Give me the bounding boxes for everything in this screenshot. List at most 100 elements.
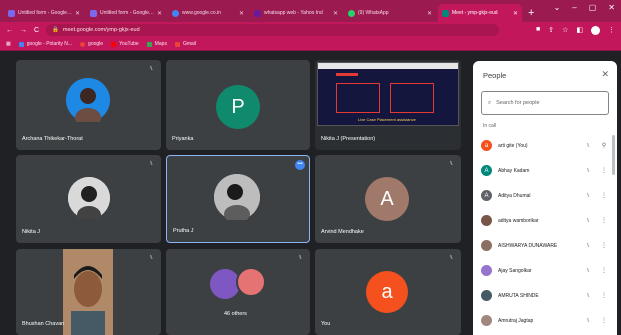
forward-icon[interactable]: → [20,27,27,34]
more-options-icon[interactable]: ⋮ [599,317,609,324]
browser-tab[interactable]: whatsapp web - Yahoo Ind ✕ [250,4,342,22]
mic-muted-icon[interactable]: ⑊ [583,268,593,274]
star-icon[interactable]: ☆ [562,26,568,35]
mic-muted-icon[interactable]: ⑊ [583,318,593,324]
bookmark[interactable]: YouTube [111,41,139,47]
participant-tile[interactable]: ⑊ Bhushan Chavan [16,249,161,335]
minimize-icon[interactable]: – [572,3,576,12]
meet-icon [442,9,449,17]
back-icon[interactable]: ← [6,27,13,34]
more-options-icon[interactable]: ⋮ [599,167,609,174]
mic-muted-icon: ⑊ [298,255,302,261]
tab-search-icon[interactable]: ⌄ [554,3,561,12]
presentation-tile[interactable]: Live Case Placement assistance Nikita J … [315,60,461,150]
participant-avatar: P [216,85,260,129]
pin-icon[interactable]: ⚲ [599,142,609,149]
list-item[interactable]: Amrutraj Jagtap ⑊ ⋮ [473,308,617,333]
participant-name: Prutha J [173,228,194,234]
avatar-initial: A [484,192,489,199]
close-tab-icon[interactable]: ✕ [239,10,244,17]
list-item[interactable]: AMRUTA SHINDE ⑊ ⋮ [473,283,617,308]
browser-tab[interactable]: Untitled form - Google Form✕ [86,4,166,22]
reload-icon[interactable]: C [34,27,39,34]
participant-photo [66,78,110,122]
close-panel-icon[interactable]: ✕ [601,69,609,80]
participant-photo [68,177,110,219]
mic-muted-icon[interactable]: ⑊ [583,168,593,174]
list-item[interactable]: A Aditya Dhumal ⑊ ⋮ [473,183,617,208]
new-tab-button[interactable]: + [528,4,534,22]
list-item[interactable]: a arti gite (You) ⑊ ⚲ [473,133,617,158]
browser-tab[interactable]: Untitled form - Google Form✕ [4,4,84,22]
bookmark-label: Maps [154,41,167,47]
participant-avatar: A [481,190,492,201]
more-options-icon[interactable]: ••• [295,160,305,170]
more-options-icon[interactable]: ⋮ [599,192,609,199]
more-options-icon[interactable]: ⋮ [599,217,609,224]
slide-content-box [390,83,434,113]
participant-video [63,249,113,335]
participant-avatar: a [481,140,492,151]
menu-icon[interactable]: ⋮ [608,26,615,35]
maximize-icon[interactable]: ▢ [589,3,597,12]
participant-name: AISHWARYA DUNAWARE [498,242,558,249]
bookmark-icon [18,41,24,47]
list-item[interactable]: A Abhay Kadam ⑊ ⋮ [473,158,617,183]
participant-name: You [321,321,331,327]
browser-tab[interactable]: (9) WhatsApp ✕ [344,4,436,22]
browser-tab[interactable]: www.google.co.in ✕ [168,4,248,22]
list-item[interactable]: AISHWARYA DUNAWARE ⑊ ⋮ [473,233,617,258]
more-options-icon[interactable]: ⋮ [599,267,609,274]
participant-tile[interactable]: P Priyanka [166,60,310,150]
close-window-icon[interactable]: ✕ [608,3,615,12]
list-item[interactable]: aditya wamborikar ⑊ ⋮ [473,208,617,233]
lock-icon: 🔒 [52,27,59,33]
mic-muted-icon[interactable]: ⑊ [583,243,593,249]
participant-name: Archana Thikekar-Thorat [22,136,83,142]
mic-muted-icon[interactable]: ⑊ [583,193,593,199]
mic-muted-icon[interactable]: ⑊ [583,218,593,224]
list-item[interactable]: Ajay Sangolkar ⑊ ⋮ [473,258,617,283]
mic-muted-icon: ⑊ [149,161,153,167]
tab-title: Meet - ymp-gkjx-eud [452,10,498,16]
in-call-heading: In call [483,123,497,129]
participant-photo [481,265,492,276]
avatar-initial: A [380,187,394,210]
close-tab-icon[interactable]: ✕ [75,10,80,17]
browser-tab-active[interactable]: Meet - ymp-gkjx-eud ✕ [438,4,522,22]
close-tab-icon[interactable]: ✕ [427,10,432,17]
apps-icon[interactable]: ▦ [6,41,11,47]
address-bar[interactable]: 🔒 meet.google.com/ymp-gkjx-eud [46,24,499,36]
tab-strip: Untitled form - Google Form✕ Untitled fo… [0,0,621,22]
close-tab-icon[interactable]: ✕ [157,10,162,17]
more-options-icon[interactable]: ⋮ [599,292,609,299]
camera-icon[interactable]: ■ [536,26,540,35]
mic-muted-icon[interactable]: ⑊ [583,143,593,149]
profile-avatar[interactable] [591,25,600,35]
bookmark[interactable]: Gmail [174,41,196,47]
more-options-icon[interactable]: ⋮ [599,242,609,249]
participant-tile[interactable]: ⑊ Archana Thikekar-Thorat [16,60,161,150]
bookmark[interactable]: google [80,41,103,47]
extension-icon[interactable]: ◧ [576,26,583,35]
mic-muted-icon: ⑊ [149,66,153,72]
share-icon[interactable]: ⇪ [548,26,554,35]
search-placeholder: Search for people [496,100,540,106]
participant-tile[interactable]: ⑊ A Arvind Mendhake [315,155,461,243]
close-tab-icon[interactable]: ✕ [513,10,518,17]
participant-photo [481,215,492,226]
participant-tile[interactable]: ⑊ Nikita J [16,155,161,243]
url-text: meet.google.com/ymp-gkjx-eud [62,27,140,33]
self-tile[interactable]: ⑊ a You [315,249,461,335]
bookmark-label: YouTube [119,41,139,47]
mic-muted-icon[interactable]: ⑊ [583,293,593,299]
close-tab-icon[interactable]: ✕ [333,10,338,17]
bookmark[interactable]: Maps [146,41,167,47]
bookmark[interactable]: google - Polarity N... [18,41,73,47]
others-tile[interactable]: ⑊ 46 others [166,249,310,335]
search-people-input[interactable]: ⌕ Search for people [481,91,609,115]
person-photo-icon [68,177,110,219]
participant-photo [481,290,492,301]
participant-tile-active[interactable]: ••• Prutha J [166,155,310,243]
bookmark-label: google - Polarity N... [26,41,73,47]
